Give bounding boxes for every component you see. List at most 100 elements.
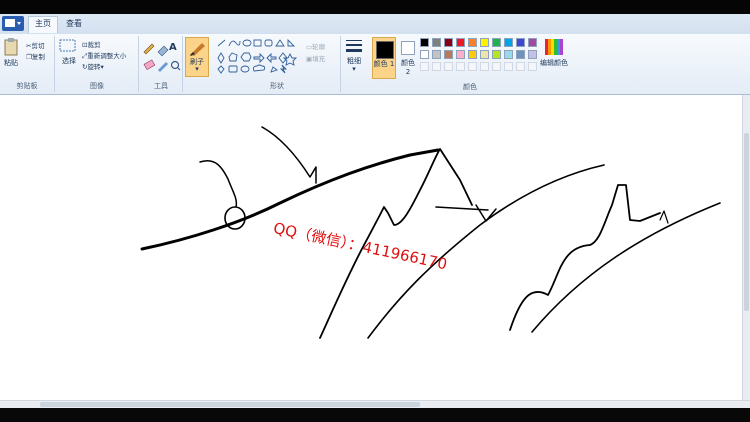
callout-oval-icon[interactable] <box>240 65 250 73</box>
line-width-icon <box>346 40 362 52</box>
palette-swatch[interactable] <box>492 50 501 59</box>
palette-swatch[interactable] <box>516 62 525 71</box>
rotate-button[interactable]: ↻旋转▾ <box>82 61 104 71</box>
horizontal-scroll-thumb[interactable] <box>40 402 420 407</box>
paint-menu-button[interactable] <box>2 16 24 31</box>
ribbon-tab-bar <box>0 14 750 35</box>
star-shape-icon[interactable] <box>282 52 298 66</box>
vertical-scroll-thumb[interactable] <box>744 133 749 311</box>
color1-button[interactable]: 颜色 1 <box>372 37 396 79</box>
rectangle-shape-icon[interactable] <box>253 39 262 47</box>
palette-swatch[interactable] <box>432 50 441 59</box>
right-triangle-shape-icon[interactable] <box>287 38 296 47</box>
paste-button[interactable]: 粘贴 <box>3 38 21 72</box>
ribbon: 粘贴 ✂剪切 ❐复制 剪贴板 选择 ⊡裁剪 ⤢重新调整大小 ↻旋转▾ 图像 A … <box>0 34 750 95</box>
callout-rect-icon[interactable] <box>228 65 238 73</box>
edit-colors-button[interactable]: 编辑颜色 <box>540 38 568 76</box>
fill-icon[interactable] <box>157 45 169 57</box>
cut-button[interactable]: ✂剪切 <box>26 40 44 50</box>
paste-label: 粘贴 <box>4 59 18 67</box>
tools-group-label: 工具 <box>154 82 168 90</box>
size-button[interactable]: 粗细 ▾ <box>344 38 366 78</box>
right-arrow-shape-icon[interactable] <box>253 52 265 64</box>
stroke-left-hook <box>199 160 238 208</box>
color-picker-icon[interactable] <box>158 62 168 72</box>
color2-label: 颜色 2 <box>401 59 415 76</box>
rounded-rectangle-shape-icon[interactable] <box>264 39 273 47</box>
palette-swatch[interactable] <box>504 50 513 59</box>
copy-button[interactable]: ❐复制 <box>26 51 45 61</box>
fill-button[interactable]: ▣填充 <box>306 53 325 63</box>
eraser-icon[interactable] <box>143 59 156 71</box>
palette-swatch[interactable] <box>528 62 537 71</box>
vertical-scrollbar[interactable] <box>742 95 750 400</box>
palette-swatch[interactable] <box>504 38 513 47</box>
crop-button[interactable]: ⊡裁剪 <box>82 39 100 49</box>
size-group: 粗细 ▾ <box>342 36 368 92</box>
palette-swatch[interactable] <box>492 62 501 71</box>
left-arrow-shape-icon[interactable] <box>266 52 277 64</box>
tab-view[interactable]: 查看 <box>66 18 82 29</box>
resize-button[interactable]: ⤢重新调整大小 <box>82 50 126 61</box>
cloud-callout-icon[interactable] <box>252 64 266 72</box>
select-button[interactable]: 选择 <box>59 38 79 74</box>
rotate-label: 旋转 <box>87 63 101 71</box>
brushes-button[interactable]: 刷子 ▾ <box>185 37 209 77</box>
stroke-arrow-lines <box>435 204 497 222</box>
palette-swatch[interactable] <box>468 50 477 59</box>
palette-swatch[interactable] <box>480 62 489 71</box>
text-tool-icon[interactable]: A <box>169 42 177 53</box>
palette-swatch[interactable] <box>432 38 441 47</box>
palette-swatch[interactable] <box>468 62 477 71</box>
edit-colors-label: 编辑颜色 <box>540 59 568 67</box>
palette-swatch[interactable] <box>420 50 429 59</box>
palette-swatch[interactable] <box>516 38 525 47</box>
tab-home[interactable]: 主页 <box>28 16 58 33</box>
palette-swatch[interactable] <box>456 62 465 71</box>
chevron-down-icon: ▾ <box>195 65 199 73</box>
oval-shape-icon[interactable] <box>242 39 252 47</box>
palette-swatch[interactable] <box>480 50 489 59</box>
drawing-canvas[interactable]: QQ（微信）：411966170 <box>0 95 742 400</box>
palette-swatch[interactable] <box>528 38 537 47</box>
palette-swatch[interactable] <box>420 38 429 47</box>
copy-label: 复制 <box>31 53 45 61</box>
palette-swatch[interactable] <box>444 38 453 47</box>
palette-swatch[interactable] <box>444 62 453 71</box>
chevron-down-icon: ▾ <box>100 63 104 71</box>
hexagon-shape-icon[interactable] <box>240 52 252 62</box>
six-point-star-icon[interactable] <box>217 65 225 74</box>
magnifier-icon[interactable] <box>170 60 181 71</box>
pencil-icon[interactable] <box>143 43 155 55</box>
paste-icon <box>4 38 18 56</box>
curve-shape-icon[interactable] <box>228 40 241 47</box>
palette-swatch[interactable] <box>456 38 465 47</box>
clipboard-group-label: 剪贴板 <box>16 82 38 90</box>
shapes-group-label: 形状 <box>270 82 284 90</box>
diamond-shape-icon[interactable] <box>217 52 225 64</box>
palette-swatch[interactable] <box>420 62 429 71</box>
palette-swatch[interactable] <box>492 38 501 47</box>
color2-button[interactable]: 颜色 2 <box>398 37 420 79</box>
line-shape-icon[interactable] <box>217 39 226 47</box>
image-group-label: 图像 <box>90 82 104 90</box>
outline-button[interactable]: ▭轮廓 <box>306 41 325 51</box>
lightning-shape-icon[interactable] <box>279 64 288 74</box>
heart-shape-icon[interactable] <box>270 66 278 73</box>
palette-swatch[interactable] <box>516 50 525 59</box>
palette-swatch[interactable] <box>468 38 477 47</box>
palette-swatch[interactable] <box>444 50 453 59</box>
image-group: 选择 ⊡裁剪 ⤢重新调整大小 ↻旋转▾ 图像 <box>56 36 139 92</box>
palette-swatch[interactable] <box>456 50 465 59</box>
shapes-gallery[interactable] <box>216 38 300 74</box>
palette-swatch[interactable] <box>528 50 537 59</box>
stroke-upper-hook <box>261 126 317 184</box>
palette-swatch[interactable] <box>504 62 513 71</box>
triangle-shape-icon[interactable] <box>275 39 285 47</box>
palette-swatch[interactable] <box>480 38 489 47</box>
palette-swatch[interactable] <box>432 62 441 71</box>
stroke-peak-b <box>509 184 661 331</box>
tools-group: A 工具 <box>140 36 183 92</box>
stroke-small-tick <box>659 210 669 224</box>
pentagon-shape-icon[interactable] <box>228 52 238 62</box>
